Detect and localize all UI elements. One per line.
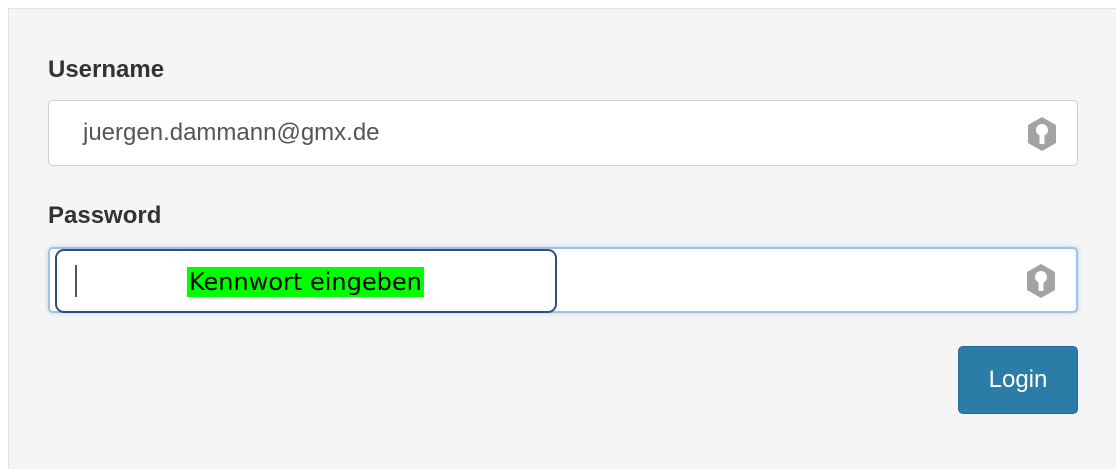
username-label: Username — [48, 56, 165, 83]
annotation-callout: Kennwort eingeben — [55, 249, 557, 313]
key-icon[interactable] — [1025, 116, 1059, 152]
username-field[interactable]: juergen.dammann@gmx.de — [48, 100, 1078, 166]
password-label: Password — [48, 202, 162, 229]
username-value[interactable]: juergen.dammann@gmx.de — [83, 119, 380, 147]
key-icon[interactable] — [1024, 263, 1058, 299]
login-panel — [8, 8, 1116, 469]
login-button[interactable]: Login — [958, 346, 1078, 414]
text-cursor — [75, 265, 77, 297]
annotation-hint: Kennwort eingeben — [187, 267, 424, 297]
